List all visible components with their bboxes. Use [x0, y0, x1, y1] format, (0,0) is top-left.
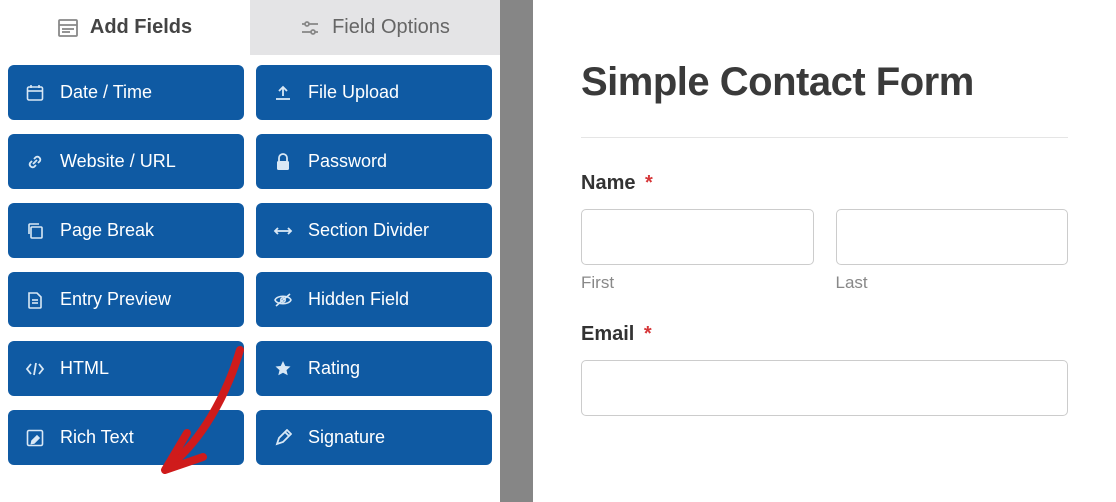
- field-hidden-field[interactable]: Hidden Field: [256, 272, 492, 327]
- panel-gutter: [500, 0, 533, 502]
- form-divider: [581, 137, 1068, 138]
- field-file-upload[interactable]: File Upload: [256, 65, 492, 120]
- builder-sidebar: Add Fields Field Options Date / Time: [0, 0, 500, 502]
- sliders-icon: [300, 19, 320, 37]
- field-page-break[interactable]: Page Break: [8, 203, 244, 258]
- field-password[interactable]: Password: [256, 134, 492, 189]
- field-email[interactable]: Email *: [581, 323, 1068, 416]
- tab-field-options[interactable]: Field Options: [250, 0, 500, 55]
- field-label: Rating: [308, 358, 360, 379]
- field-label: Signature: [308, 427, 385, 448]
- sidebar-tabs: Add Fields Field Options: [0, 0, 500, 55]
- copy-icon: [24, 222, 46, 240]
- field-signature[interactable]: Signature: [256, 410, 492, 465]
- arrows-h-icon: [272, 225, 294, 237]
- field-label: Page Break: [60, 220, 154, 241]
- tab-field-options-label: Field Options: [332, 16, 450, 39]
- field-section-divider[interactable]: Section Divider: [256, 203, 492, 258]
- field-rich-text[interactable]: Rich Text: [8, 410, 244, 465]
- field-label: Rich Text: [60, 427, 134, 448]
- first-name-input[interactable]: [581, 209, 814, 265]
- field-label: Date / Time: [60, 82, 152, 103]
- required-mark: *: [645, 172, 653, 194]
- field-label: Section Divider: [308, 220, 429, 241]
- field-label: File Upload: [308, 82, 399, 103]
- field-html[interactable]: HTML: [8, 341, 244, 396]
- field-label: Password: [308, 151, 387, 172]
- upload-icon: [272, 84, 294, 102]
- field-label: Hidden Field: [308, 289, 409, 310]
- field-label: Website / URL: [60, 151, 176, 172]
- last-sublabel: Last: [836, 273, 1069, 293]
- field-date-time[interactable]: Date / Time: [8, 65, 244, 120]
- form-title: Simple Contact Form: [581, 60, 1068, 105]
- tab-add-fields-label: Add Fields: [90, 16, 192, 39]
- field-name[interactable]: Name * First Last: [581, 172, 1068, 293]
- field-entry-preview[interactable]: Entry Preview: [8, 272, 244, 327]
- eye-slash-icon: [272, 292, 294, 308]
- field-website-url[interactable]: Website / URL: [8, 134, 244, 189]
- tab-add-fields[interactable]: Add Fields: [0, 0, 250, 55]
- field-label: HTML: [60, 358, 109, 379]
- email-input[interactable]: [581, 360, 1068, 416]
- form-preview: Simple Contact Form Name * First Last Em…: [533, 0, 1116, 502]
- field-label: Entry Preview: [60, 289, 171, 310]
- field-rating[interactable]: Rating: [256, 341, 492, 396]
- code-icon: [24, 362, 46, 376]
- edit-icon: [24, 429, 46, 447]
- first-sublabel: First: [581, 273, 814, 293]
- last-name-input[interactable]: [836, 209, 1069, 265]
- link-icon: [24, 153, 46, 171]
- calendar-icon: [24, 84, 46, 102]
- name-label: Name *: [581, 172, 1068, 195]
- required-mark: *: [644, 323, 652, 345]
- fields-grid: Date / Time File Upload Website / URL Pa…: [0, 55, 500, 473]
- pencil-icon: [272, 429, 294, 447]
- file-icon: [24, 291, 46, 309]
- star-icon: [272, 360, 294, 378]
- email-label: Email *: [581, 323, 1068, 346]
- lock-icon: [272, 153, 294, 171]
- form-icon: [58, 19, 78, 37]
